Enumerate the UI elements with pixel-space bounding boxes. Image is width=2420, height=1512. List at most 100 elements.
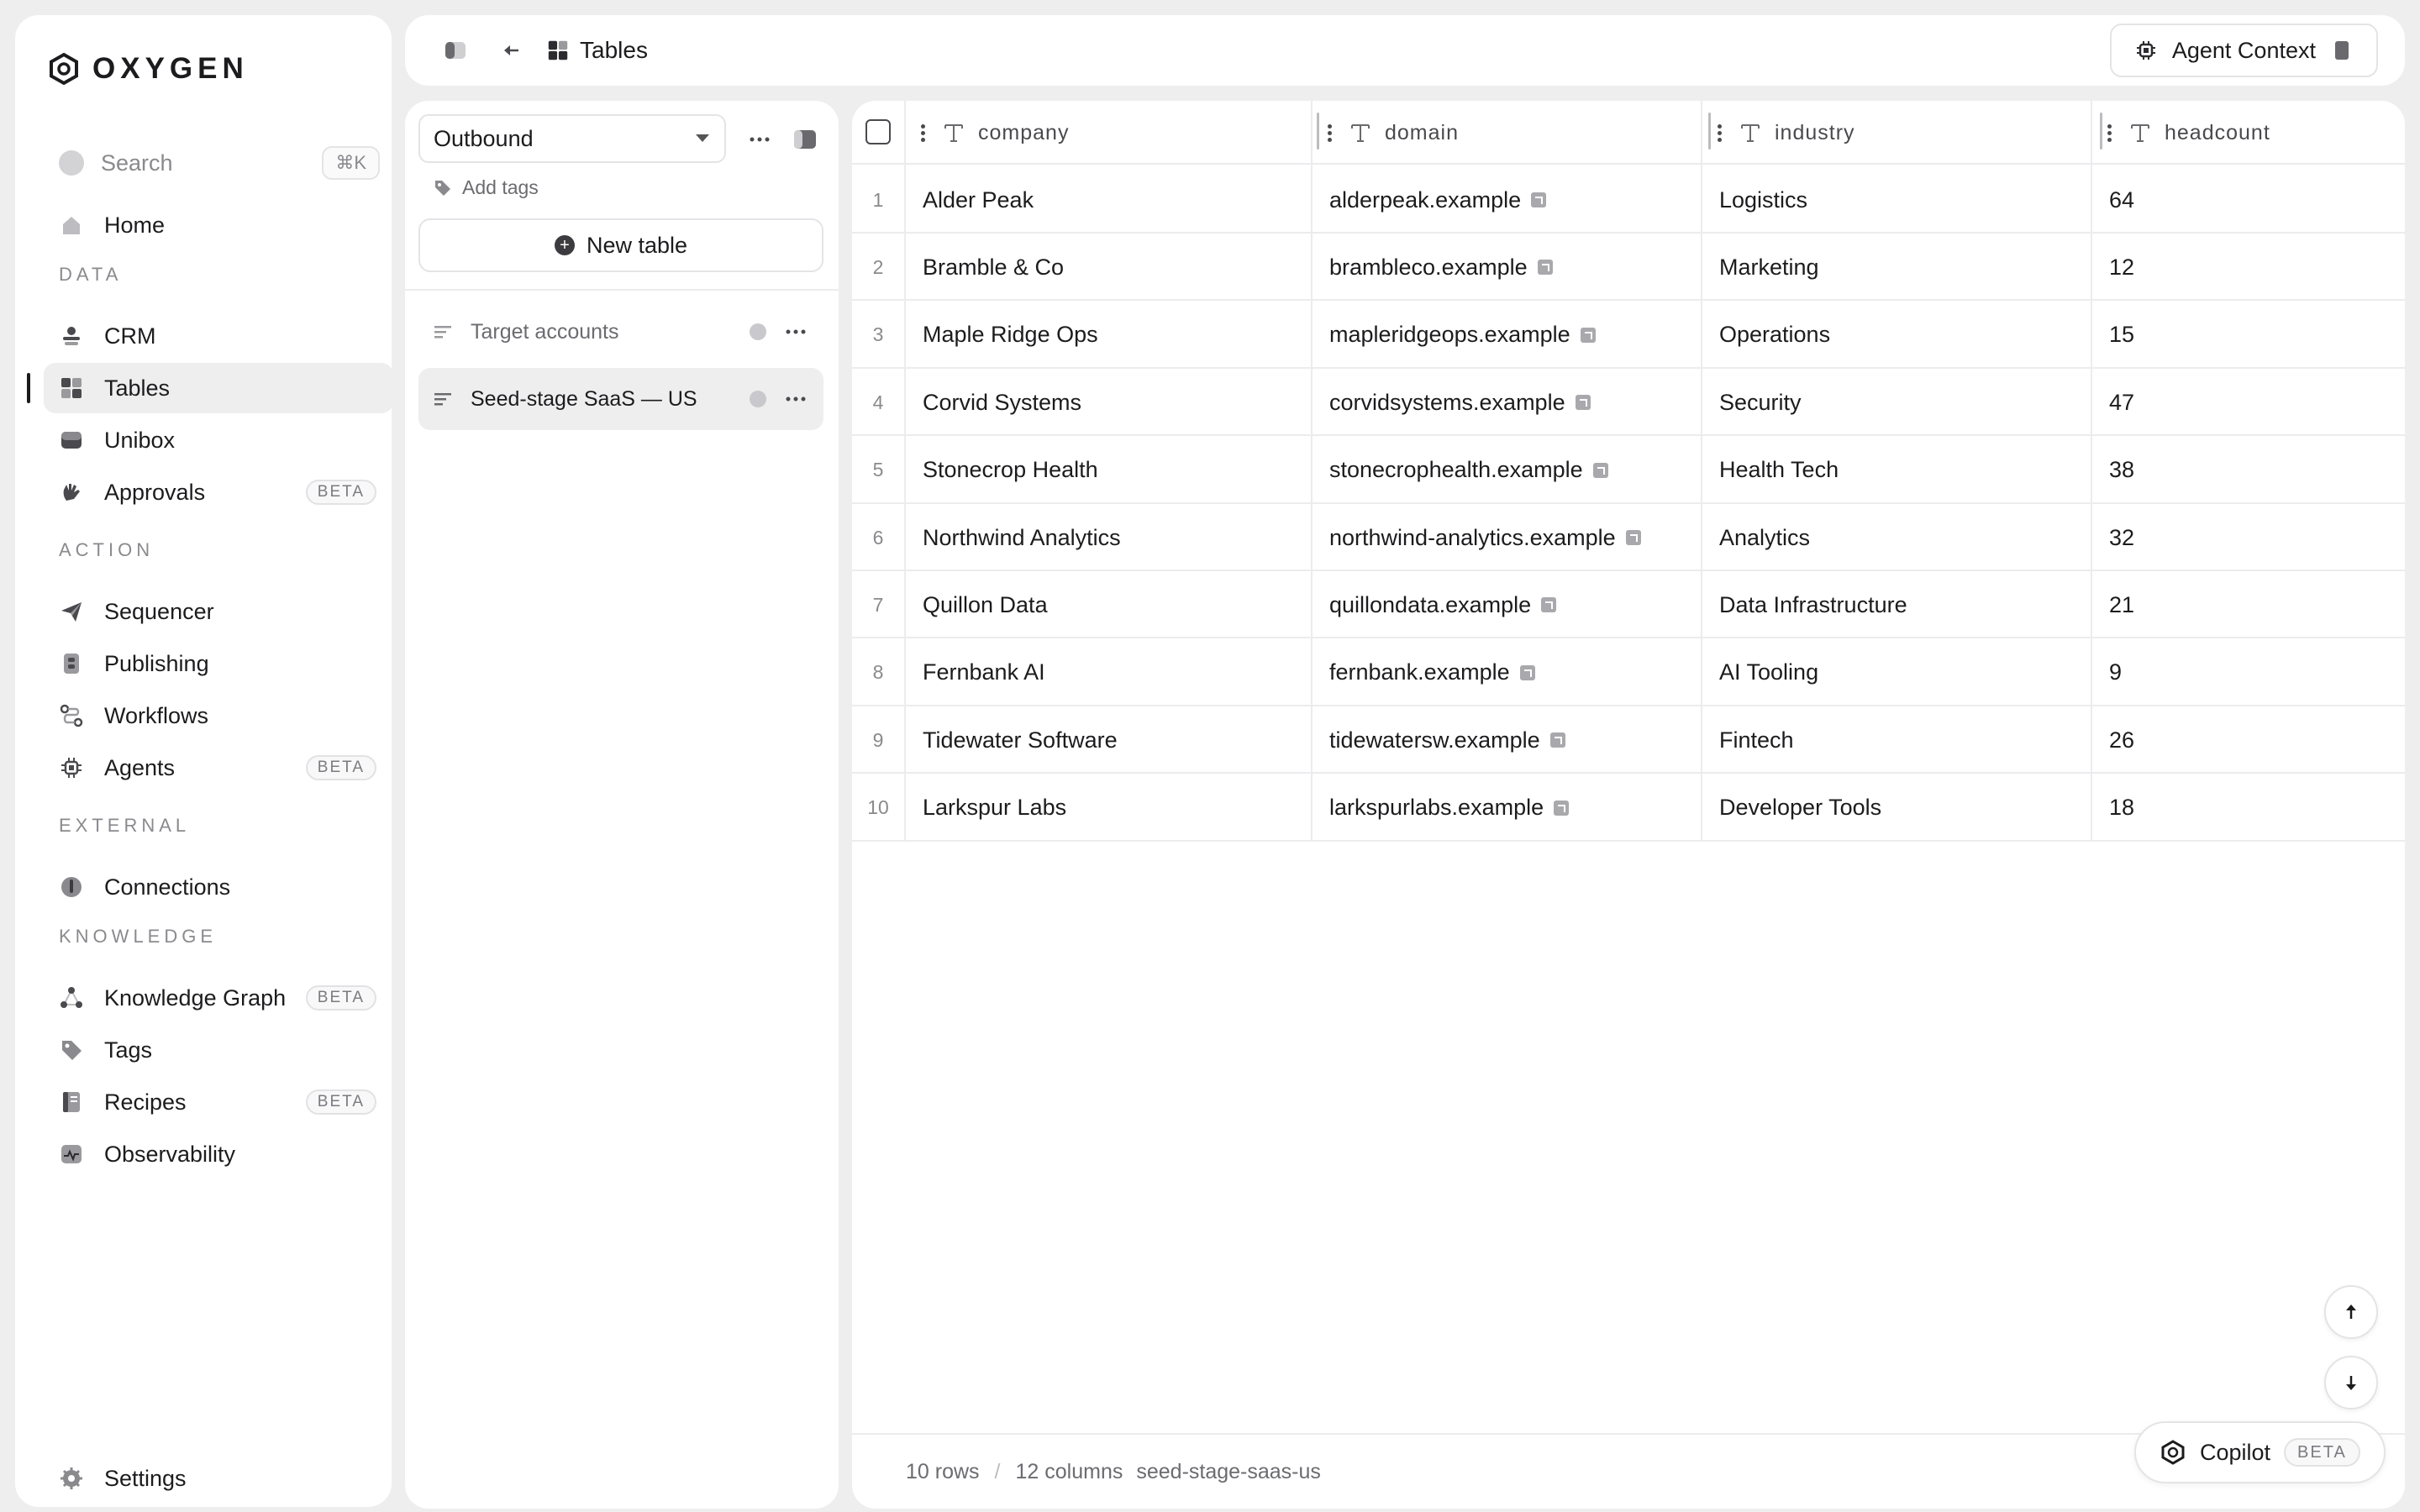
cell-industry[interactable]: Fintech	[1719, 706, 2089, 774]
table-row[interactable]: 8 Fernbank AI fernbank.example AI Tooling 9	[852, 639, 2405, 706]
table-row[interactable]: 4 Corvid Systems corvidsystems.example Secu…	[852, 369, 2405, 437]
cell-headcount[interactable]: 26	[2109, 706, 2395, 774]
external-link-icon[interactable]	[1625, 530, 1641, 545]
external-link-icon[interactable]	[1531, 192, 1547, 207]
sidebar-item-approvals[interactable]: Approvals BETA	[44, 467, 393, 517]
table-row[interactable]: 2 Bramble & Co brambleco.example Marketing 1…	[852, 234, 2405, 302]
cell-domain[interactable]: mapleridgeops.example	[1329, 302, 1699, 369]
cell-headcount[interactable]: 47	[2109, 369, 2395, 436]
column-header-headcount[interactable]: headcount	[2091, 101, 2405, 165]
sidebar-item-agents[interactable]: Agents BETA	[44, 743, 393, 793]
sidebar-item-observability[interactable]: Observability	[44, 1129, 393, 1179]
external-link-icon[interactable]	[1549, 732, 1565, 748]
sidebar-item-unibox[interactable]: Unibox	[44, 415, 393, 465]
table-row[interactable]: 6 Northwind Analytics northwind-analytics.…	[852, 504, 2405, 571]
cell-industry[interactable]: Security	[1719, 369, 2089, 436]
scroll-top-button[interactable]	[2324, 1285, 2378, 1339]
cell-industry[interactable]: Developer Tools	[1719, 774, 2089, 842]
search-button[interactable]: Search ⌘K	[44, 144, 380, 181]
cell-domain[interactable]: corvidsystems.example	[1329, 369, 1699, 436]
table-row[interactable]: 5 Stonecrop Health stonecrophealth.example…	[852, 437, 2405, 504]
row-number[interactable]: 4	[852, 369, 904, 436]
drag-handle-icon[interactable]	[1328, 123, 1334, 142]
row-number[interactable]: 2	[852, 234, 904, 301]
cell-company[interactable]: Tidewater Software	[923, 706, 1309, 774]
cell-headcount[interactable]: 18	[2109, 774, 2395, 842]
copilot-button[interactable]: Copilot BETA	[2134, 1421, 2386, 1483]
table-list-item-active[interactable]: Seed-stage SaaS — US	[418, 368, 823, 430]
external-link-icon[interactable]	[1519, 664, 1535, 680]
cell-domain[interactable]: stonecrophealth.example	[1329, 437, 1699, 504]
external-link-icon[interactable]	[1537, 260, 1553, 276]
new-table-button[interactable]: + New table	[418, 218, 823, 272]
row-number[interactable]: 5	[852, 437, 904, 504]
add-tags-button[interactable]: Add tags	[434, 176, 539, 199]
cell-domain[interactable]: larkspurlabs.example	[1329, 774, 1699, 842]
cell-domain[interactable]: alderpeak.example	[1329, 166, 1699, 234]
cell-headcount[interactable]: 38	[2109, 437, 2395, 504]
back-button[interactable]	[494, 34, 528, 67]
cell-domain[interactable]: fernbank.example	[1329, 639, 1699, 706]
cell-company[interactable]: Stonecrop Health	[923, 437, 1309, 504]
cell-company[interactable]: Maple Ridge Ops	[923, 302, 1309, 369]
column-header-domain[interactable]: domain	[1311, 101, 1711, 165]
external-link-icon[interactable]	[1575, 395, 1591, 411]
breadcrumb[interactable]: Tables	[546, 34, 648, 67]
cell-industry[interactable]: AI Tooling	[1719, 639, 2089, 706]
workspace-select[interactable]: Outbound	[418, 114, 726, 163]
cell-headcount[interactable]: 64	[2109, 166, 2395, 234]
cell-headcount[interactable]: 21	[2109, 571, 2395, 638]
table-row[interactable]: 1 Alder Peak alderpeak.example Logistics 64	[852, 166, 2405, 234]
toggle-sidebar-button[interactable]	[439, 34, 472, 67]
collapse-panel-button[interactable]	[790, 124, 820, 155]
table-row[interactable]: 3 Maple Ridge Ops mapleridgeops.example Ope…	[852, 302, 2405, 369]
cell-industry[interactable]: Data Infrastructure	[1719, 571, 2089, 638]
cell-industry[interactable]: Analytics	[1719, 504, 2089, 571]
table-row[interactable]: 10 Larkspur Labs larkspurlabs.example Devel…	[852, 774, 2405, 842]
cell-industry[interactable]: Health Tech	[1719, 437, 2089, 504]
row-number[interactable]: 6	[852, 504, 904, 571]
sidebar-item-home[interactable]: Home	[44, 200, 393, 250]
cell-domain-text[interactable]: larkspurlabs.example	[1329, 795, 1544, 821]
row-number[interactable]: 7	[852, 571, 904, 638]
drag-handle-icon[interactable]	[1718, 123, 1724, 142]
cell-domain-text[interactable]: corvidsystems.example	[1329, 390, 1565, 416]
cell-domain-text[interactable]: brambleco.example	[1329, 255, 1528, 281]
cell-domain-text[interactable]: northwind-analytics.example	[1329, 525, 1616, 551]
cell-domain-text[interactable]: fernbank.example	[1329, 659, 1510, 685]
select-all-checkbox[interactable]	[865, 119, 891, 144]
agent-context-button[interactable]: Agent Context	[2109, 24, 2378, 77]
cell-company[interactable]: Fernbank AI	[923, 639, 1309, 706]
cell-headcount[interactable]: 9	[2109, 639, 2395, 706]
cell-domain-text[interactable]: alderpeak.example	[1329, 187, 1521, 213]
cell-industry[interactable]: Logistics	[1719, 166, 2089, 234]
external-link-icon[interactable]	[1541, 597, 1557, 613]
table-list-item[interactable]: Target accounts	[418, 301, 823, 363]
external-link-icon[interactable]	[1592, 462, 1608, 478]
cell-company[interactable]: Bramble & Co	[923, 234, 1309, 301]
cell-industry[interactable]: Operations	[1719, 302, 2089, 369]
sidebar-item-connections[interactable]: Connections	[44, 862, 393, 912]
cell-headcount[interactable]: 15	[2109, 302, 2395, 369]
external-link-icon[interactable]	[1554, 800, 1570, 816]
table-row[interactable]: 7 Quillon Data quillondata.example Data Inf…	[852, 571, 2405, 639]
cell-company[interactable]: Corvid Systems	[923, 369, 1309, 436]
cell-headcount[interactable]: 32	[2109, 504, 2395, 571]
cell-company[interactable]: Northwind Analytics	[923, 504, 1309, 571]
cell-domain[interactable]: brambleco.example	[1329, 234, 1699, 301]
cell-company[interactable]: Quillon Data	[923, 571, 1309, 638]
row-number[interactable]: 10	[852, 774, 904, 842]
table-more-button[interactable]	[781, 318, 810, 346]
cell-company[interactable]: Larkspur Labs	[923, 774, 1309, 842]
workspace-more-button[interactable]	[741, 121, 778, 158]
cell-domain[interactable]: northwind-analytics.example	[1329, 504, 1699, 571]
cell-domain-text[interactable]: tidewatersw.example	[1329, 727, 1540, 753]
row-number[interactable]: 8	[852, 639, 904, 706]
cell-domain-text[interactable]: stonecrophealth.example	[1329, 457, 1583, 483]
scroll-bottom-button[interactable]	[2324, 1356, 2378, 1410]
cell-industry[interactable]: Marketing	[1719, 234, 2089, 301]
sidebar-item-crm[interactable]: CRM	[44, 311, 393, 361]
drag-handle-icon[interactable]	[2107, 123, 2114, 142]
column-header-company[interactable]: company	[904, 101, 1319, 165]
sidebar-item-workflows[interactable]: Workflows	[44, 690, 393, 741]
